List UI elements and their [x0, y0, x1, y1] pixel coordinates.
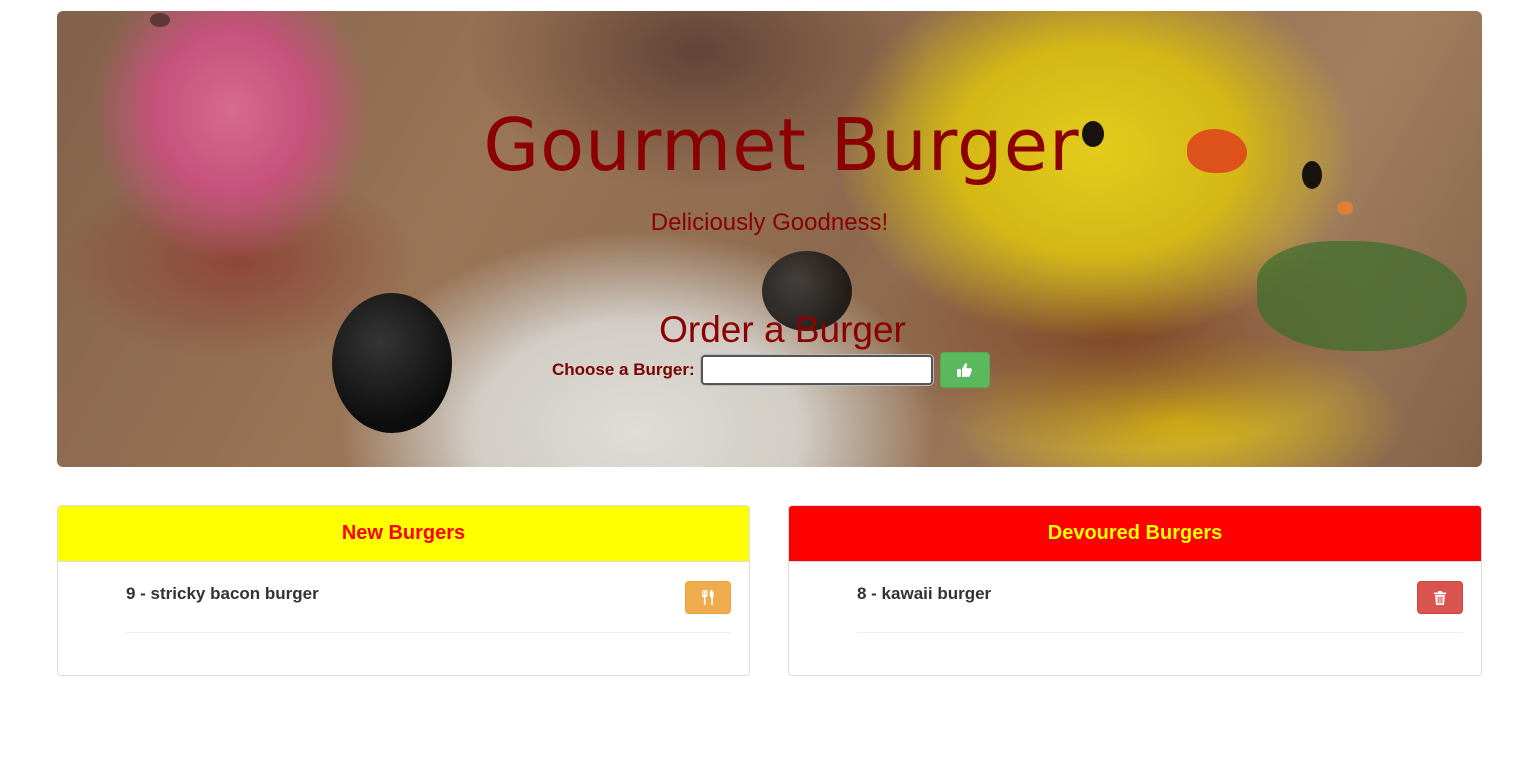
thumbs-up-icon: [957, 363, 973, 377]
order-heading: Order a Burger: [659, 309, 906, 350]
site-subtitle: Deliciously Goodness!: [650, 209, 889, 236]
hero-banner: Gourmet Burger Deliciously Goodness! Ord…: [57, 11, 1482, 467]
site-title: Gourmet Burger: [483, 103, 1080, 187]
burger-name-input[interactable]: [699, 354, 934, 386]
trash-icon: [1434, 590, 1446, 605]
list-item: 8 - kawaii burger: [857, 580, 1463, 633]
delete-button[interactable]: [1417, 581, 1463, 614]
burger-item-text: 8 - kawaii burger: [857, 584, 992, 603]
burger-item-text: 9 - stricky bacon burger: [126, 584, 319, 603]
submit-burger-button[interactable]: [939, 352, 990, 388]
devoured-burgers-panel: Devoured Burgers 8 - kawaii burger: [788, 505, 1482, 676]
devour-button[interactable]: [685, 581, 731, 614]
hero-overlay: [57, 11, 1482, 467]
new-burgers-panel: New Burgers 9 - stricky bacon burger: [57, 505, 750, 676]
new-burgers-heading: New Burgers: [58, 506, 749, 562]
devoured-burgers-heading: Devoured Burgers: [789, 506, 1481, 562]
cutlery-icon: [702, 590, 714, 605]
list-item: 9 - stricky bacon burger: [126, 580, 731, 633]
order-form: Choose a Burger:: [552, 352, 990, 388]
burger-input-label: Choose a Burger:: [552, 360, 695, 379]
